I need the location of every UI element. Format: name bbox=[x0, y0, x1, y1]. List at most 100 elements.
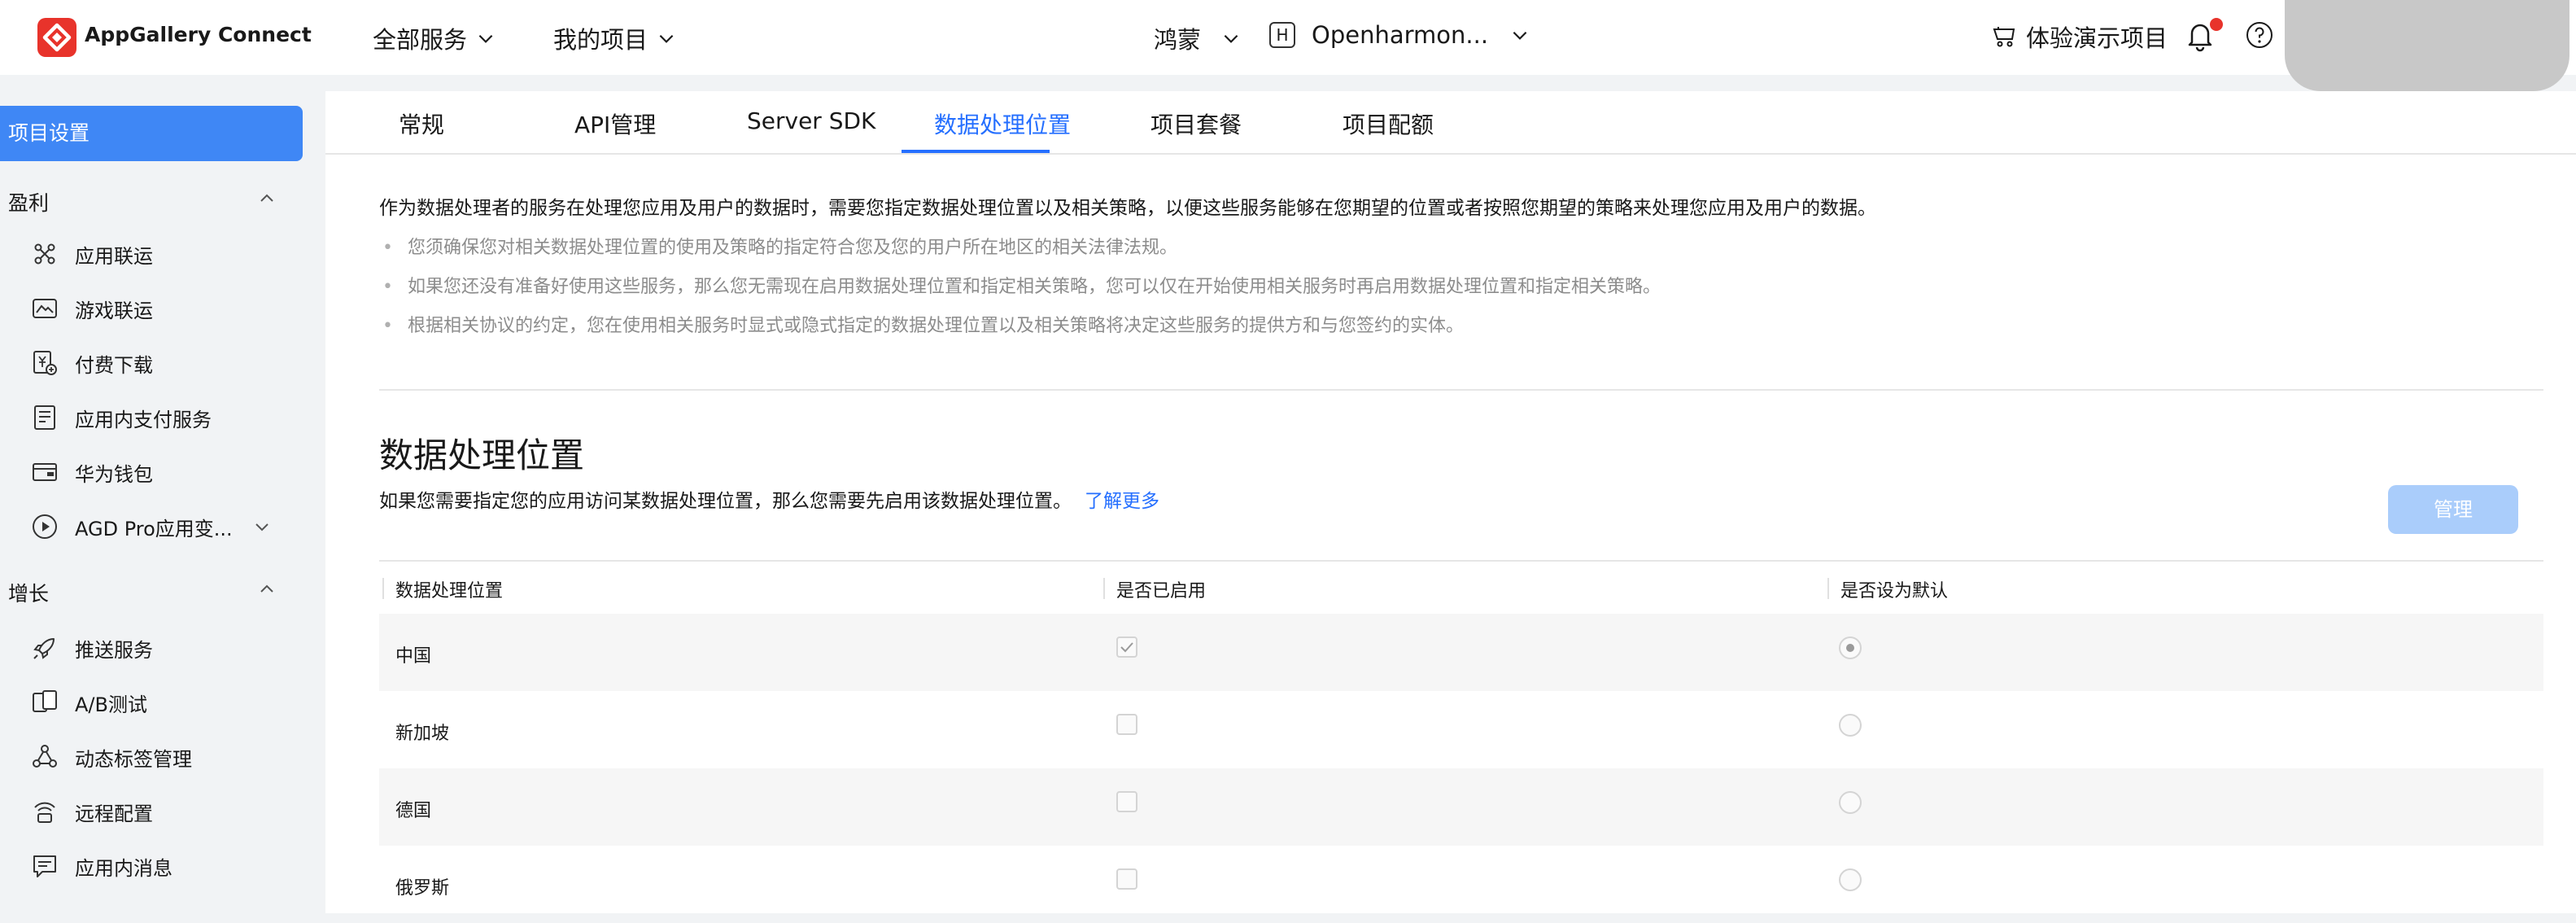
enabled-checkbox[interactable] bbox=[1116, 791, 1137, 812]
sidebar-item-wallet[interactable]: 华为钱包 bbox=[31, 456, 153, 488]
demo-cart-icon bbox=[1993, 27, 2015, 47]
learn-more-link[interactable]: 了解更多 bbox=[1085, 491, 1159, 512]
column-header-location: 数据处理位置 bbox=[395, 581, 504, 601]
section-title: 数据处理位置 bbox=[379, 435, 585, 475]
sidebar-item-label: 应用联运 bbox=[75, 244, 153, 268]
table-row: 新加坡 bbox=[379, 691, 2543, 768]
sidebar-item-project-settings[interactable]: 项目设置 bbox=[0, 106, 303, 161]
os-selector-label: 鸿蒙 bbox=[1154, 26, 1202, 54]
sidebar-group-growth[interactable]: 增长 bbox=[8, 578, 49, 607]
sidebar-item-paid-download[interactable]: 付费下载 bbox=[31, 347, 153, 379]
in-app-payment-icon bbox=[34, 405, 55, 430]
default-radio[interactable] bbox=[1839, 714, 1862, 737]
column-header-default: 是否设为默认 bbox=[1840, 581, 1949, 601]
sidebar-item-label: AGD Pro应用变... bbox=[75, 517, 233, 540]
sidebar-item-app-distribution[interactable]: 应用联运 bbox=[31, 238, 153, 270]
remote-config-icon bbox=[34, 802, 55, 823]
sidebar-item-in-app-payment[interactable]: 应用内支付服务 bbox=[31, 401, 212, 434]
tab-bar: 常规 API管理 Server SDK 数据处理位置 项目套餐 项目配额 bbox=[325, 91, 2576, 155]
chevron-up-icon[interactable] bbox=[257, 189, 277, 208]
data-location-table: 数据处理位置 是否已启用 是否设为默认 中国 新加坡 德国 俄罗斯 bbox=[379, 560, 2543, 923]
sidebar-item-ab-test[interactable]: A/B测试 bbox=[31, 686, 147, 719]
tab-data-location[interactable]: 数据处理位置 bbox=[934, 107, 1071, 140]
sidebar-item-agd-pro[interactable]: AGD Pro应用变... bbox=[31, 510, 272, 543]
column-header-enabled: 是否已启用 bbox=[1116, 581, 1207, 601]
account-avatar[interactable] bbox=[2285, 0, 2569, 91]
appgallery-logo[interactable] bbox=[37, 18, 76, 57]
default-radio[interactable] bbox=[1839, 636, 1862, 659]
sidebar-item-label: 远程配置 bbox=[75, 802, 153, 825]
enabled-checkbox[interactable] bbox=[1116, 868, 1137, 890]
tab-server-sdk[interactable]: Server SDK bbox=[747, 107, 875, 134]
dynamic-tag-icon bbox=[33, 745, 57, 768]
project-name: Openharmon... bbox=[1312, 21, 1489, 49]
location-name: 新加坡 bbox=[395, 724, 450, 744]
sidebar: 项目设置 盈利 应用联运 游戏联运 付费下载 应用内支付服务 华为钱包 AGD … bbox=[0, 91, 309, 913]
section-divider bbox=[379, 389, 2543, 391]
section-subtitle-text: 如果您需要指定您的应用访问某数据处理位置，那么您需要先启用该数据处理位置。 bbox=[379, 491, 1072, 512]
main-content: 常规 API管理 Server SDK 数据处理位置 项目套餐 项目配额 作为数… bbox=[325, 91, 2576, 913]
manage-button[interactable]: 管理 bbox=[2388, 485, 2518, 534]
top-bar: AppGallery Connect 全部服务 我的项目 鸿蒙 H Openha… bbox=[0, 0, 2576, 75]
intro-bullet: 如果您还没有准备好使用这些服务，那么您无需现在启用数据处理位置和指定相关策略，您… bbox=[382, 272, 1661, 298]
sidebar-item-game-distribution[interactable]: 游戏联运 bbox=[31, 292, 153, 325]
project-selector[interactable]: H Openharmon... bbox=[1269, 21, 1530, 49]
chevron-down-icon bbox=[255, 523, 269, 531]
my-projects-label: 我的项目 bbox=[553, 26, 648, 54]
tab-project-plan[interactable]: 项目套餐 bbox=[1150, 107, 1242, 140]
intro-bullet: 根据相关协议的约定，您在使用相关服务时显式或隐式指定的数据处理位置以及相关策略将… bbox=[382, 311, 1464, 337]
notification-dot bbox=[2210, 18, 2223, 31]
sidebar-item-dynamic-tag[interactable]: 动态标签管理 bbox=[31, 741, 192, 773]
paid-download-icon bbox=[33, 351, 57, 375]
chevron-down-icon bbox=[478, 34, 493, 43]
app-distribution-icon bbox=[34, 243, 55, 265]
sidebar-group-monetize[interactable]: 盈利 bbox=[8, 187, 49, 217]
default-radio[interactable] bbox=[1839, 868, 1862, 891]
game-distribution-icon bbox=[33, 299, 57, 318]
tab-general[interactable]: 常规 bbox=[399, 107, 444, 140]
help-icon[interactable] bbox=[2246, 21, 2273, 49]
tab-api-management[interactable]: API管理 bbox=[574, 107, 656, 140]
brand-name[interactable]: AppGallery Connect bbox=[85, 23, 312, 46]
location-name: 德国 bbox=[395, 801, 432, 821]
sidebar-item-label: 华为钱包 bbox=[75, 462, 153, 486]
sidebar-item-push[interactable]: 推送服务 bbox=[31, 632, 153, 664]
chevron-down-icon bbox=[1224, 34, 1238, 43]
table-row: 德国 bbox=[379, 768, 2543, 846]
default-radio[interactable] bbox=[1839, 791, 1862, 814]
in-app-message-icon bbox=[33, 855, 56, 877]
section-subtitle: 如果您需要指定您的应用访问某数据处理位置，那么您需要先启用该数据处理位置。 了解更… bbox=[379, 485, 1159, 513]
chevron-down-icon bbox=[659, 34, 674, 43]
sidebar-item-label: 推送服务 bbox=[75, 638, 153, 662]
enabled-checkbox[interactable] bbox=[1116, 636, 1137, 658]
rocket-icon bbox=[33, 638, 55, 659]
sidebar-item-in-app-message[interactable]: 应用内消息 bbox=[31, 850, 172, 882]
sidebar-item-remote-config[interactable]: 远程配置 bbox=[31, 795, 153, 828]
table-header: 数据处理位置 是否已启用 是否设为默认 bbox=[379, 560, 2543, 614]
agd-pro-icon bbox=[33, 514, 57, 539]
all-services-label: 全部服务 bbox=[373, 26, 468, 54]
tab-project-quota[interactable]: 项目配额 bbox=[1343, 107, 1434, 140]
sidebar-item-label: 游戏联运 bbox=[75, 299, 153, 322]
sidebar-item-label: A/B测试 bbox=[75, 693, 147, 716]
os-selector[interactable]: 鸿蒙 bbox=[1154, 21, 1242, 55]
ab-test-icon bbox=[33, 690, 57, 712]
table-row: 中国 bbox=[379, 614, 2543, 691]
sidebar-item-label: 付费下载 bbox=[75, 353, 153, 377]
all-services-menu[interactable]: 全部服务 bbox=[373, 21, 496, 55]
location-name: 俄罗斯 bbox=[395, 878, 450, 899]
sidebar-item-label: 应用内支付服务 bbox=[75, 408, 212, 431]
location-name: 中国 bbox=[395, 646, 432, 667]
wallet-icon bbox=[33, 463, 57, 481]
sidebar-item-label: 动态标签管理 bbox=[75, 747, 192, 771]
sidebar-item-label: 应用内消息 bbox=[75, 856, 172, 880]
demo-project-link[interactable]: 体验演示项目 bbox=[1992, 20, 2168, 54]
project-badge: H bbox=[1269, 22, 1295, 48]
enabled-checkbox[interactable] bbox=[1116, 714, 1137, 735]
intro-bullet: 您须确保您对相关数据处理位置的使用及策略的指定符合您及您的用户所在地区的相关法律… bbox=[382, 233, 1177, 259]
active-tab-indicator bbox=[902, 150, 1050, 153]
chevron-up-icon[interactable] bbox=[257, 580, 277, 599]
intro-text: 作为数据处理者的服务在处理您应用及用户的数据时，需要您指定数据处理位置以及相关策… bbox=[379, 198, 1876, 219]
check-icon bbox=[1120, 642, 1133, 653]
my-projects-menu[interactable]: 我的项目 bbox=[553, 21, 677, 55]
